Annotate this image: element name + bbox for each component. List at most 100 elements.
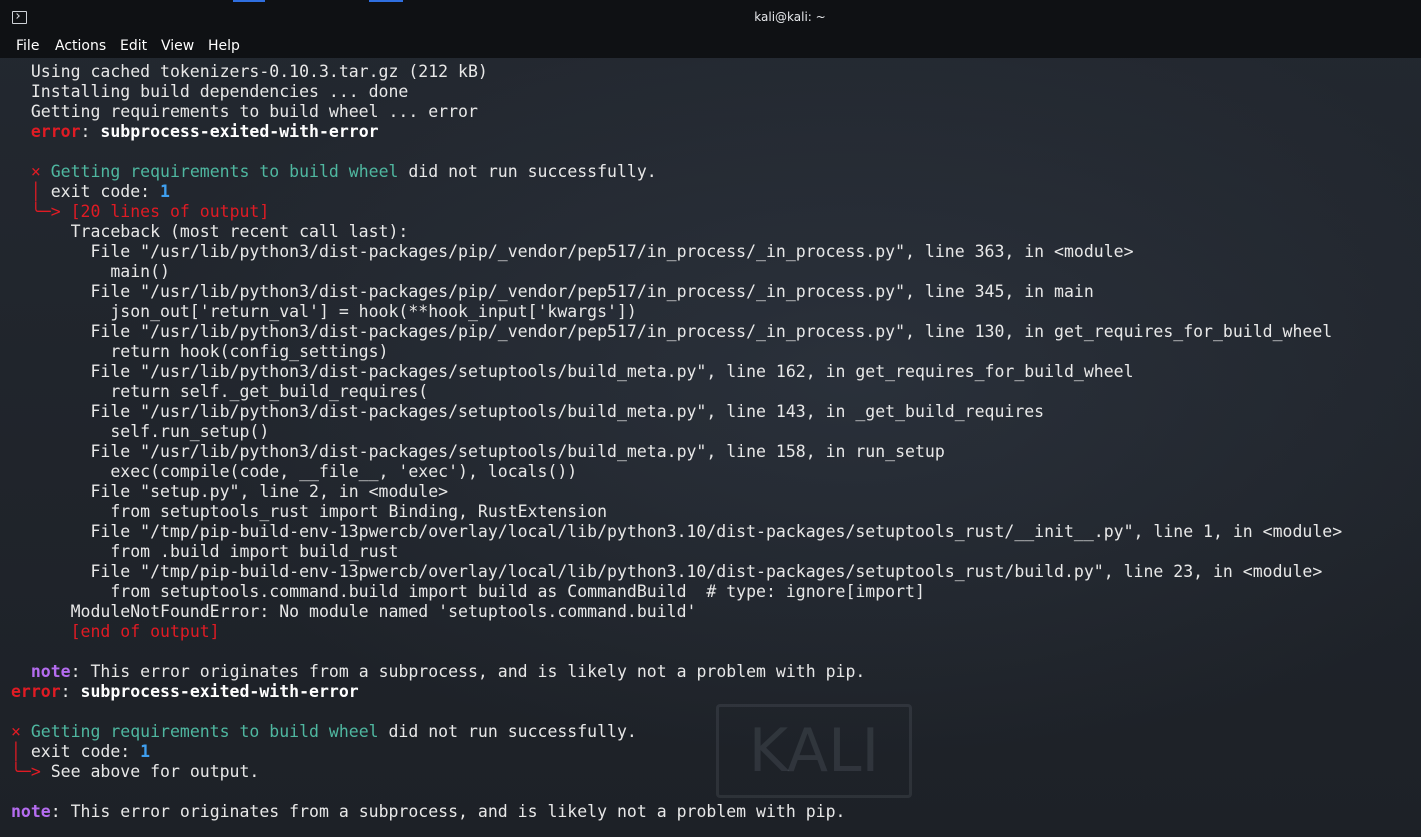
terminal-output[interactable]: Using cached tokenizers-0.10.3.tar.gz (2… bbox=[0, 62, 1421, 837]
terminal-text-segment: 1 bbox=[160, 182, 170, 201]
terminal-line: error: subprocess-exited-with-error bbox=[11, 122, 379, 142]
terminal-text-segment: File "/tmp/pip-build-env-13pwercb/overla… bbox=[11, 522, 1343, 541]
terminal-line: Using cached tokenizers-0.10.3.tar.gz (2… bbox=[11, 62, 488, 82]
terminal-text-segment: Using cached tokenizers-0.10.3.tar.gz (2… bbox=[11, 62, 488, 81]
terminal-line: File "/usr/lib/python3/dist-packages/set… bbox=[11, 362, 1134, 382]
taskbar-indicator bbox=[233, 0, 265, 2]
terminal-text-segment: did not run successfully. bbox=[398, 162, 657, 181]
taskbar-indicator bbox=[369, 0, 403, 2]
terminal-text-segment: × bbox=[30, 162, 41, 181]
terminal-line: note: This error originates from a subpr… bbox=[11, 802, 845, 822]
terminal-text-segment: File "/usr/lib/python3/dist-packages/pip… bbox=[11, 322, 1333, 341]
terminal-line: Getting requirements to build wheel ... … bbox=[11, 102, 478, 122]
terminal-text-segment: File "/usr/lib/python3/dist-packages/pip… bbox=[11, 242, 1134, 261]
terminal-line: │ exit code: 1 bbox=[11, 742, 150, 762]
terminal-line: File "/usr/lib/python3/dist-packages/set… bbox=[11, 402, 1044, 422]
terminal-text-segment: from setuptools_rust import Binding, Rus… bbox=[11, 502, 608, 521]
terminal-text-segment: did not run successfully. bbox=[378, 722, 637, 741]
terminal-line: │ exit code: 1 bbox=[11, 182, 170, 202]
terminal-text-segment: File "/usr/lib/python3/dist-packages/pip… bbox=[11, 282, 1094, 301]
terminal-text-segment: error bbox=[11, 682, 61, 701]
terminal-line: ╰─> [20 lines of output] bbox=[11, 202, 269, 222]
terminal-window: kali@kali: ~ File Actions Edit View Help… bbox=[0, 0, 1421, 837]
terminal-line: exec(compile(code, __file__, 'exec'), lo… bbox=[11, 462, 577, 482]
terminal-text-segment: exit code: bbox=[40, 182, 161, 201]
terminal-text-segment: from setuptools.command.build import bui… bbox=[11, 582, 925, 601]
terminal-line: File "/usr/lib/python3/dist-packages/pip… bbox=[11, 242, 1134, 262]
terminal-text-segment: exit code: bbox=[20, 742, 141, 761]
terminal-line: return hook(config_settings) bbox=[11, 342, 389, 362]
terminal-line: Traceback (most recent call last): bbox=[11, 222, 409, 242]
menu-help[interactable]: Help bbox=[208, 37, 240, 55]
terminal-line: Installing build dependencies ... done bbox=[11, 82, 409, 102]
terminal-text-segment: File "/usr/lib/python3/dist-packages/set… bbox=[11, 362, 1134, 381]
terminal-line: File "/tmp/pip-build-env-13pwercb/overla… bbox=[11, 522, 1342, 542]
terminal-line: from .build import build_rust bbox=[11, 542, 398, 562]
terminal-text-segment: note bbox=[30, 662, 71, 681]
terminal-text-segment: │ bbox=[30, 182, 41, 201]
terminal-line: error: subprocess-exited-with-error bbox=[11, 682, 359, 702]
terminal-text-segment: return self._get_build_requires( bbox=[11, 382, 429, 401]
terminal-text-segment: Getting requirements to build wheel bbox=[30, 722, 379, 741]
terminal-line: File "/usr/lib/python3/dist-packages/pip… bbox=[11, 322, 1332, 342]
terminal-text-segment: 1 bbox=[140, 742, 151, 761]
menu-view[interactable]: View bbox=[161, 37, 194, 55]
terminal-text-segment: File "/tmp/pip-build-env-13pwercb/overla… bbox=[11, 562, 1323, 581]
terminal-text-segment: ╰─> bbox=[30, 202, 61, 221]
terminal-text-segment: [20 lines of output] bbox=[70, 202, 270, 221]
terminal-text-segment: return hook(config_settings) bbox=[11, 342, 389, 361]
terminal-line: return self._get_build_requires( bbox=[11, 382, 428, 402]
terminal-text-segment: [end of output] bbox=[70, 622, 220, 641]
terminal-line: json_out['return_val'] = hook(**hook_inp… bbox=[11, 302, 637, 322]
terminal-text-segment: ╰─> bbox=[11, 762, 41, 781]
window-title: kali@kali: ~ bbox=[754, 10, 826, 24]
terminal-line: File "setup.py", line 2, in <module> bbox=[11, 482, 448, 502]
terminal-line: self.run_setup() bbox=[11, 422, 269, 442]
terminal-text-segment: Traceback (most recent call last): bbox=[11, 222, 409, 241]
menu-edit[interactable]: Edit bbox=[120, 37, 147, 55]
terminal-line: note: This error originates from a subpr… bbox=[11, 662, 865, 682]
terminal-line: File "/usr/lib/python3/dist-packages/pip… bbox=[11, 282, 1094, 302]
terminal-text-segment: │ bbox=[11, 742, 21, 761]
terminal-text-segment: exec(compile(code, __file__, 'exec'), lo… bbox=[11, 462, 578, 481]
title-bar[interactable]: kali@kali: ~ bbox=[0, 0, 1421, 36]
terminal-text-segment: File "/usr/lib/python3/dist-packages/set… bbox=[11, 442, 945, 461]
terminal-line: [end of output] bbox=[11, 622, 220, 642]
terminal-line: File "/usr/lib/python3/dist-packages/set… bbox=[11, 442, 945, 462]
taskbar-accent-strip bbox=[0, 0, 1421, 2]
terminal-line: ╰─> See above for output. bbox=[11, 762, 259, 782]
terminal-text-segment: json_out['return_val'] = hook(**hook_inp… bbox=[11, 302, 637, 321]
terminal-text-segment: : This error originates from a subproces… bbox=[50, 802, 846, 821]
terminal-text-segment: Installing build dependencies ... done bbox=[11, 82, 409, 101]
menu-actions[interactable]: Actions bbox=[55, 37, 106, 55]
terminal-text-segment: : This error originates from a subproces… bbox=[70, 662, 866, 681]
terminal-text-segment: note bbox=[11, 802, 51, 821]
terminal-text-segment: : bbox=[80, 122, 101, 141]
terminal-text-segment: Getting requirements to build wheel ... … bbox=[11, 102, 478, 121]
terminal-line: ModuleNotFoundError: No module named 'se… bbox=[11, 602, 697, 622]
menu-file[interactable]: File bbox=[16, 37, 39, 55]
menu-bar: File Actions Edit View Help bbox=[0, 36, 1421, 58]
terminal-text-segment: × bbox=[11, 722, 21, 741]
terminal-line: × Getting requirements to build wheel di… bbox=[11, 162, 657, 182]
terminal-text-segment: self.run_setup() bbox=[11, 422, 270, 441]
terminal-text-segment: : bbox=[60, 682, 81, 701]
terminal-line: × Getting requirements to build wheel di… bbox=[11, 722, 637, 742]
terminal-text-segment: See above for output. bbox=[40, 762, 260, 781]
terminal-text-segment: error bbox=[30, 122, 81, 141]
terminal-text-segment: ModuleNotFoundError: No module named 'se… bbox=[11, 602, 697, 621]
terminal-text-segment: Getting requirements to build wheel bbox=[50, 162, 399, 181]
terminal-text-segment: main() bbox=[11, 262, 170, 281]
terminal-line: from setuptools_rust import Binding, Rus… bbox=[11, 502, 607, 522]
terminal-line: main() bbox=[11, 262, 170, 282]
terminal-line: File "/tmp/pip-build-env-13pwercb/overla… bbox=[11, 562, 1322, 582]
